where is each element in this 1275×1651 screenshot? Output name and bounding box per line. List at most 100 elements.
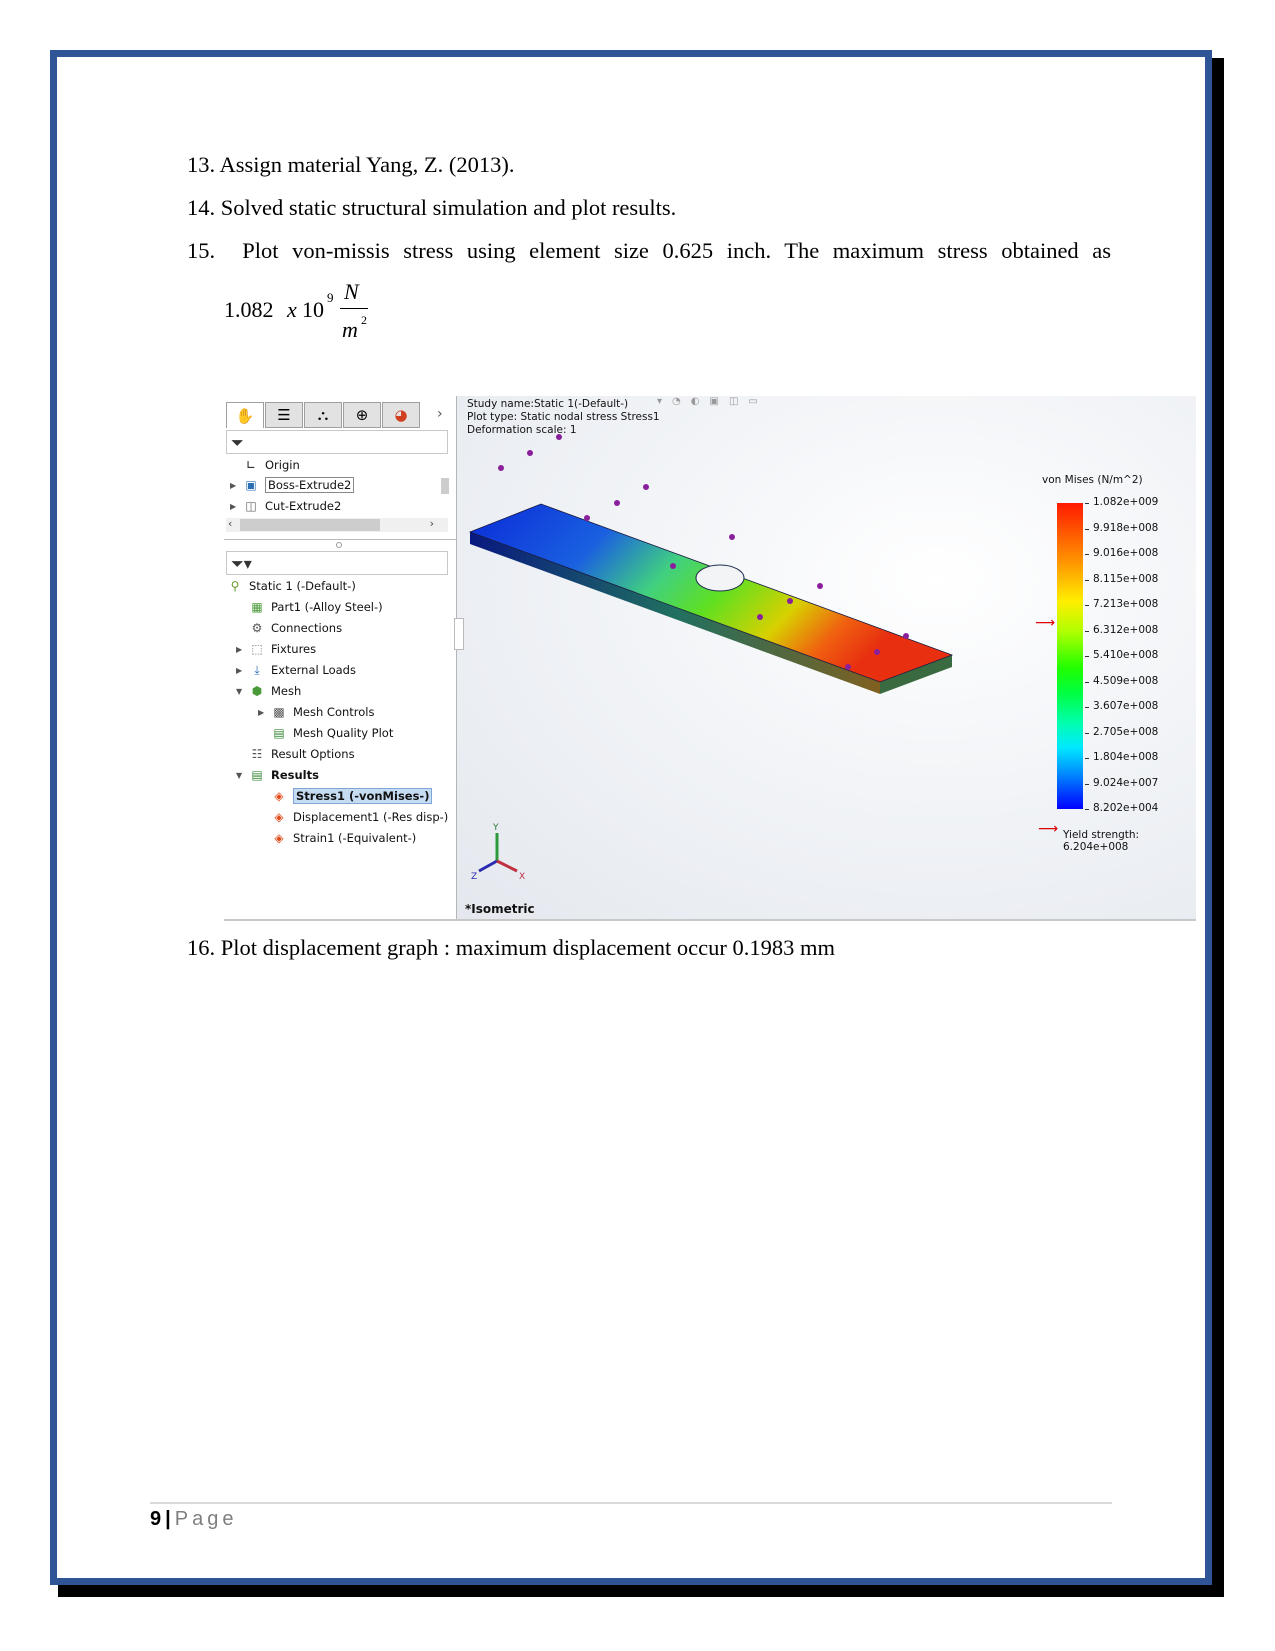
axis-y-label: Y: [492, 823, 499, 833]
strain-plot-icon: ◈: [274, 831, 284, 845]
tree-vertical-scrollbar[interactable]: [440, 454, 450, 516]
mesh-controls-icon: ▩: [273, 705, 285, 719]
panel-divider: [224, 539, 456, 540]
simulation-screenshot: ✋ ☰ ⛬ ⊕ ◕ › ⏷ ∟ Origin ▶ ▣ Boss-Extrude2…: [224, 396, 1196, 920]
load-marker: [670, 563, 676, 569]
tab-dimxpert-manager[interactable]: ⊕: [343, 402, 381, 428]
footer-rule: [150, 1502, 1112, 1504]
triad-axes-icon: Y Z X: [471, 823, 525, 882]
load-marker: [527, 450, 533, 456]
legend-tick-mark: [1085, 630, 1089, 632]
item-text: Assign material Yang, Z. (2013).: [219, 152, 515, 177]
panel-tabs: ✋ ☰ ⛬ ⊕ ◕: [226, 402, 421, 428]
tree-horizontal-scrollbar[interactable]: ‹ ›: [226, 517, 448, 532]
feature-manager-icon: ✋: [235, 406, 255, 425]
list-item-16: 16. Plot displacement graph : maximum di…: [187, 935, 835, 961]
tree-item-mesh-quality-plot[interactable]: ▤ Mesh Quality Plot: [258, 724, 393, 742]
item-number: 16.: [187, 935, 216, 960]
legend-tick-label: 3.607e+008: [1093, 700, 1159, 712]
legend-tick-mark: [1085, 503, 1089, 504]
tree-item-external-loads[interactable]: ▶ ⤓ External Loads: [236, 661, 356, 679]
expand-arrow-icon[interactable]: ▶: [258, 708, 270, 717]
feature-filter-input[interactable]: ⏷: [226, 430, 448, 454]
yield-strength-label: Yield strength: 6.204e+008: [1063, 829, 1140, 853]
collapse-arrow-icon[interactable]: ▼: [236, 771, 248, 780]
legend-tick-label: 1.082e+009: [1093, 496, 1159, 508]
legend-tick-label: 9.024e+007: [1093, 776, 1159, 789]
load-marker: [614, 500, 620, 506]
tree-item-stress1[interactable]: ◈ Stress1 (-vonMises-): [258, 787, 433, 805]
fraction-bar: [340, 308, 368, 309]
tree-item-mesh-controls[interactable]: ▶ ▩ Mesh Controls: [258, 703, 375, 721]
item-text: Plot displacement graph : maximum displa…: [220, 935, 835, 960]
collapse-arrow-icon[interactable]: ▼: [236, 687, 248, 696]
legend-tick-mark: [1085, 528, 1089, 530]
load-marker: [817, 583, 823, 589]
load-marker: [757, 614, 763, 620]
scrollbar-thumb[interactable]: [240, 519, 380, 531]
legend-tick-label: 1.804e+008: [1093, 751, 1159, 763]
static-study-icon: ⚲: [230, 579, 240, 593]
tree-item-part[interactable]: ▦ Part1 (-Alloy Steel-): [236, 598, 382, 616]
chevron-right-icon[interactable]: ›: [437, 406, 443, 422]
tree-item-origin[interactable]: ∟ Origin: [230, 456, 300, 474]
scrollbar-thumb[interactable]: [441, 478, 449, 494]
splitter-handle[interactable]: [336, 542, 342, 548]
tree-item-static-study[interactable]: ⚲ Static 1 (-Default-): [226, 577, 356, 595]
tree-item-displacement1[interactable]: ◈ Displacement1 (-Res disp-): [258, 808, 448, 826]
tab-feature-manager[interactable]: ✋: [226, 402, 264, 428]
legend-tick-mark: [1085, 656, 1089, 657]
plate-hole: [695, 564, 745, 592]
tree-item-result-options[interactable]: ☷ Result Options: [236, 745, 355, 763]
footer-separator: |: [165, 1508, 171, 1530]
mesh-icon: ⬢: [251, 684, 263, 698]
filter-dropdown-icon: ⏷▾: [231, 554, 252, 573]
formula-times: x: [287, 297, 297, 322]
tree-item-boss-extrude[interactable]: ▶ ▣ Boss-Extrude2: [230, 476, 355, 494]
displacement-plot-icon: ◈: [274, 810, 284, 824]
study-filter-input[interactable]: ⏷▾: [226, 551, 448, 575]
tab-display-manager[interactable]: ◕: [382, 402, 420, 428]
expand-arrow-icon[interactable]: ▶: [230, 481, 242, 490]
crosshair-icon: ⊕: [355, 406, 369, 424]
load-marker: [729, 534, 735, 540]
screenshot-bottom-border: [224, 919, 1196, 921]
stress-plot-icon: ◈: [274, 789, 284, 803]
formula-numerator: N: [344, 279, 359, 304]
tree-item-connections[interactable]: ⚙ Connections: [236, 619, 342, 637]
item-text: Plot von-missis stress using element siz…: [242, 238, 1111, 263]
cut-extrude-icon: ◫: [245, 499, 257, 513]
scroll-left-icon[interactable]: ‹: [228, 517, 232, 530]
tree-item-strain1[interactable]: ◈ Strain1 (-Equivalent-): [258, 829, 416, 847]
load-marker: [845, 664, 851, 670]
legend-tick-mark: [1085, 809, 1089, 810]
tab-configuration-manager[interactable]: ⛬: [304, 402, 342, 428]
scroll-right-icon[interactable]: ›: [430, 517, 434, 530]
legend-tick-label: 9.918e+008: [1093, 521, 1159, 534]
formula-exponent: 9: [327, 290, 334, 305]
list-item-15: 15. Plot von-missis stress using element…: [187, 238, 1111, 264]
expand-arrow-icon[interactable]: ▶: [236, 645, 248, 654]
tab-property-manager[interactable]: ☰: [265, 402, 303, 428]
results-folder-icon: ▤: [251, 768, 263, 782]
plate-top: [468, 503, 954, 683]
expand-arrow-icon[interactable]: ▶: [230, 502, 242, 511]
tree-item-fixtures[interactable]: ▶ ⬚ Fixtures: [236, 640, 316, 658]
legend-tick-label: 8.202e+004: [1093, 802, 1159, 814]
item-text: Solved static structural simulation and …: [220, 195, 677, 220]
tree-item-cut-extrude[interactable]: ▶ ◫ Cut-Extrude2: [230, 497, 341, 515]
feature-manager-panel: ✋ ☰ ⛬ ⊕ ◕ › ⏷ ∟ Origin ▶ ▣ Boss-Extrude2…: [224, 396, 457, 920]
formula-base: 10: [302, 297, 324, 322]
display-manager-icon: ◕: [394, 406, 408, 424]
graphics-viewport[interactable]: ▾◔◐▣◫▭ Study name:Static 1(-Default-) Pl…: [454, 396, 1196, 920]
tree-item-mesh[interactable]: ▼ ⬢ Mesh: [236, 682, 301, 700]
tree-item-results[interactable]: ▼ ▤ Results: [236, 766, 319, 784]
expand-arrow-icon[interactable]: ▶: [236, 666, 248, 675]
extrude-icon: ▣: [245, 478, 257, 492]
view-orientation-label: *Isometric: [465, 902, 535, 916]
legend-title: von Mises (N/m^2): [1042, 474, 1143, 486]
item-number: 15.: [187, 238, 216, 263]
legend-tick-label: 7.213e+008: [1093, 598, 1159, 610]
formula-denominator-exponent: 2: [361, 313, 367, 327]
axis-x-label: X: [519, 872, 525, 882]
